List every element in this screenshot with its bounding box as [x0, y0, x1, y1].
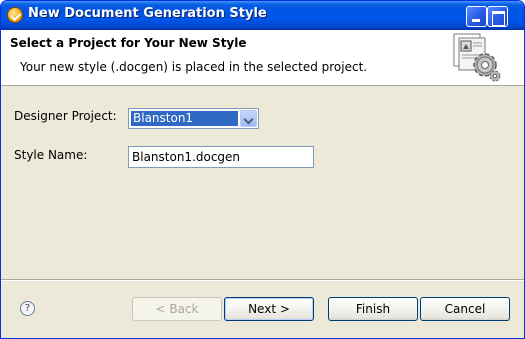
next-button[interactable]: Next > — [224, 297, 314, 321]
button-bar-separator — [1, 279, 524, 281]
app-icon — [7, 7, 23, 23]
help-icon[interactable]: ? — [20, 301, 35, 316]
wizard-header: Select a Project for Your New Style Your… — [1, 30, 524, 86]
dialog-window: New Document Generation Style Select a P… — [0, 0, 525, 339]
cancel-button[interactable]: Cancel — [420, 297, 510, 321]
minimize-button[interactable] — [466, 6, 487, 27]
maximize-button[interactable] — [487, 6, 508, 27]
title-bar[interactable]: New Document Generation Style — [1, 1, 524, 30]
window-title: New Document Generation Style — [28, 6, 267, 21]
style-name-input[interactable]: Blanston1.docgen — [128, 146, 314, 168]
wizard-gear-icon — [453, 33, 501, 82]
designer-project-combo[interactable]: Blanston1 — [128, 108, 259, 129]
designer-project-value[interactable]: Blanston1 — [131, 111, 238, 126]
back-button[interactable]: < Back — [132, 297, 222, 321]
designer-project-label: Designer Project: — [14, 109, 117, 123]
header-title: Select a Project for Your New Style — [10, 36, 247, 50]
header-description: Your new style (.docgen) is placed in th… — [20, 60, 368, 74]
dropdown-arrow-icon[interactable] — [240, 110, 257, 127]
finish-button[interactable]: Finish — [328, 297, 418, 321]
style-name-label: Style Name: — [14, 148, 88, 162]
